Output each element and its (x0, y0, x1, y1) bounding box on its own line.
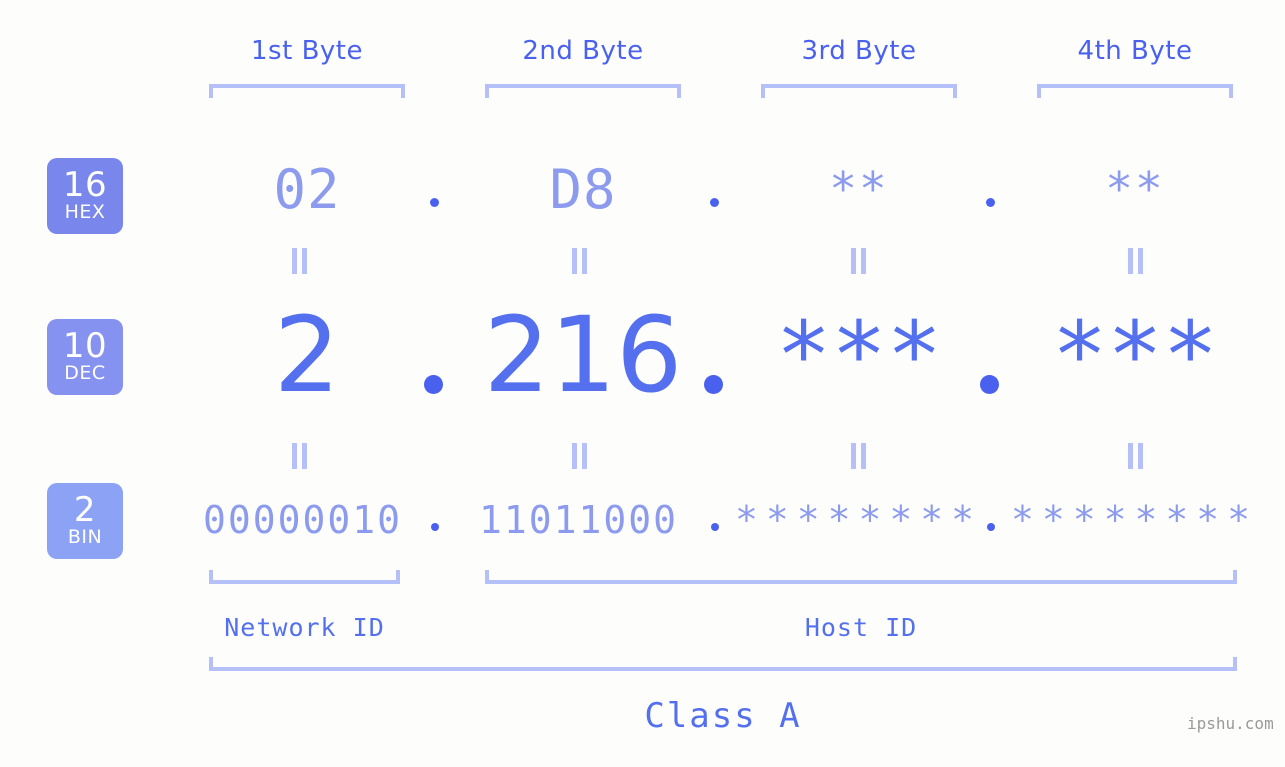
bin-separator-dot-2 (711, 523, 719, 531)
dec-value-byte-3: *** (775, 301, 943, 409)
hex-separator-dot-1 (430, 198, 439, 207)
byte-header-3: 3rd Byte (801, 36, 917, 66)
dec-value-byte-2: 216 (483, 294, 683, 416)
byte-bracket-top-2 (485, 84, 681, 98)
base-badge-dec-label: DEC (64, 362, 106, 384)
bin-value-byte-2: 11011000 (478, 498, 679, 542)
bin-separator-dot-3 (987, 523, 995, 531)
equals-mark-dec-bin-2 (572, 443, 587, 469)
class-label: Class A (644, 696, 802, 736)
base-badge-dec: 10 DEC (47, 319, 123, 395)
dec-value-byte-1: 2 (273, 294, 341, 416)
equals-mark-hex-dec-4 (1128, 248, 1143, 274)
class-bracket (209, 657, 1237, 671)
base-badge-hex-number: 16 (62, 165, 108, 205)
dec-separator-dot-1 (424, 375, 443, 394)
bin-value-byte-1: 00000010 (202, 498, 403, 542)
hex-value-byte-3: ** (829, 162, 889, 216)
base-badge-bin-number: 2 (73, 490, 97, 530)
hex-value-byte-1: 02 (273, 157, 341, 221)
hex-value-byte-4: ** (1105, 162, 1165, 216)
dec-separator-dot-3 (980, 375, 999, 394)
hex-separator-dot-3 (986, 198, 995, 207)
equals-mark-hex-dec-2 (572, 248, 587, 274)
dec-value-byte-4: *** (1051, 301, 1219, 409)
base-badge-bin: 2 BIN (47, 483, 123, 559)
bin-separator-dot-1 (431, 523, 439, 531)
byte-bracket-top-1 (209, 84, 405, 98)
byte-header-4: 4th Byte (1077, 36, 1193, 66)
byte-bracket-top-4 (1037, 84, 1233, 98)
byte-bracket-top-3 (761, 84, 957, 98)
network-id-bracket (209, 570, 400, 584)
hex-separator-dot-2 (710, 198, 719, 207)
base-badge-bin-label: BIN (67, 526, 103, 548)
equals-mark-hex-dec-1 (292, 248, 307, 274)
ip-address-breakdown-diagram: 1st Byte 2nd Byte 3rd Byte 4th Byte 16 H… (0, 0, 1285, 767)
equals-mark-dec-bin-3 (851, 443, 866, 469)
host-id-bracket (485, 570, 1237, 584)
hex-value-byte-2: D8 (549, 157, 617, 221)
equals-mark-dec-bin-1 (292, 443, 307, 469)
network-id-label: Network ID (224, 612, 385, 642)
equals-mark-dec-bin-4 (1128, 443, 1143, 469)
byte-header-1: 1st Byte (251, 36, 363, 66)
bin-value-byte-4: ******** (1010, 498, 1259, 542)
base-badge-hex-label: HEX (64, 201, 106, 223)
equals-mark-hex-dec-3 (851, 248, 866, 274)
byte-header-2: 2nd Byte (522, 36, 644, 66)
site-watermark: ipshu.com (1187, 714, 1274, 733)
host-id-label: Host ID (804, 612, 918, 642)
dec-separator-dot-2 (704, 375, 723, 394)
base-badge-dec-number: 10 (62, 326, 108, 366)
base-badge-hex: 16 HEX (47, 158, 123, 234)
bin-value-byte-3: ******** (734, 498, 983, 542)
